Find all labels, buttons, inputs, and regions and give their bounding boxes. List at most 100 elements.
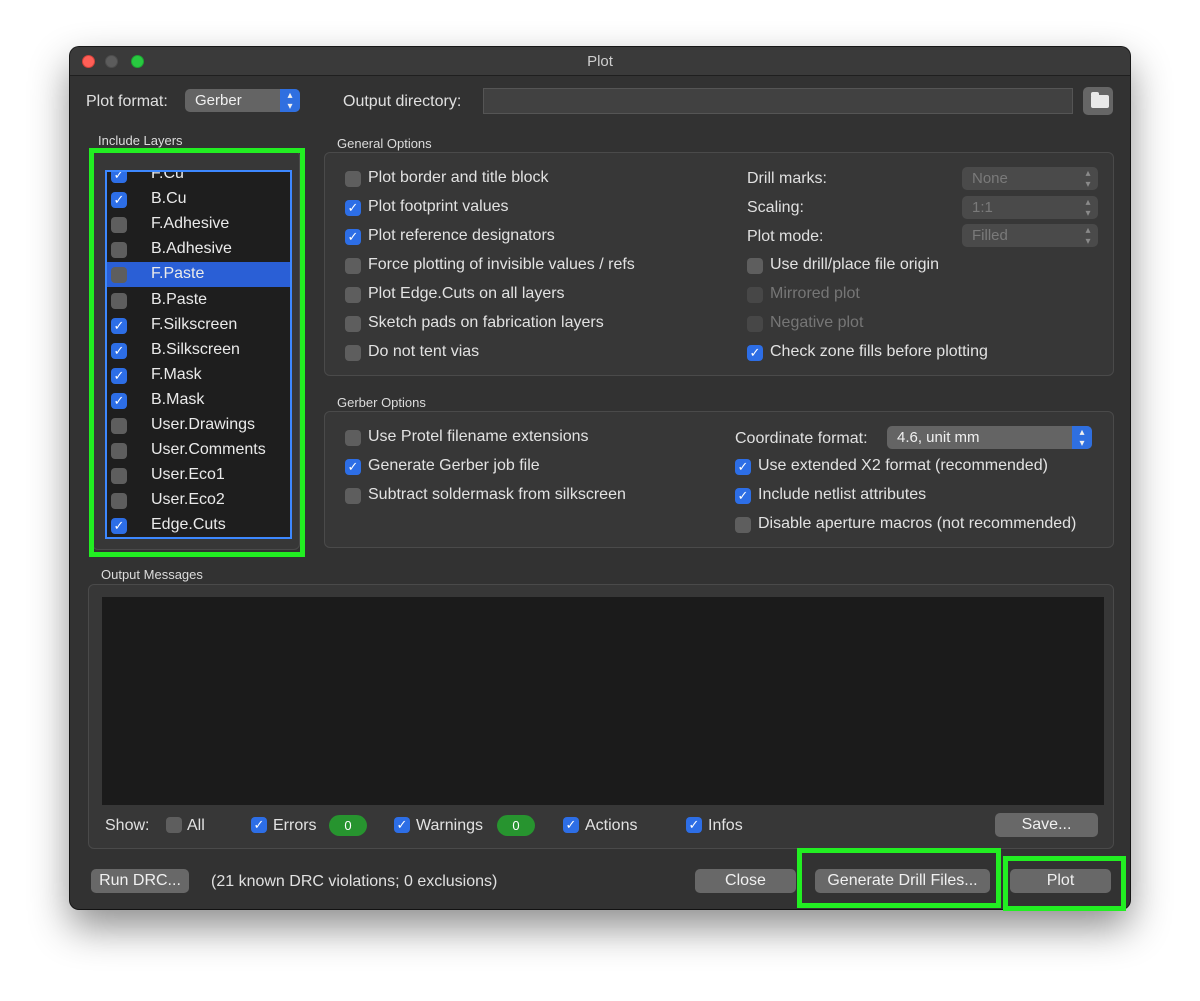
updown-chevron-icon: ▴ ▾	[1085, 168, 1091, 190]
close-button[interactable]: Close	[695, 869, 796, 893]
plot-border-and-title-block-checkbox[interactable]	[345, 171, 361, 187]
layer-row[interactable]: ✓ Edge.Cuts	[107, 513, 290, 537]
layer-checkbox[interactable]: ✓	[111, 518, 127, 535]
mirrored-plot-label: Mirrored plot	[770, 285, 860, 302]
filter-errors-checkbox[interactable]: ✓	[251, 817, 267, 833]
generate-drill-files-button[interactable]: Generate Drill Files...	[815, 869, 990, 893]
layer-row[interactable]: B.Paste	[107, 288, 290, 313]
gerber-options-title: Gerber Options	[337, 395, 426, 410]
use-drill-place-file-origin-checkbox[interactable]	[747, 258, 763, 274]
layer-checkbox[interactable]	[111, 217, 127, 234]
layer-checkbox[interactable]: ✓	[111, 342, 127, 359]
layer-name: F.Mask	[151, 365, 202, 383]
layer-row[interactable]: ✓ B.Mask	[107, 388, 290, 413]
layer-name: F.Cu	[151, 170, 184, 182]
filter-warnings-checkbox[interactable]: ✓	[394, 817, 410, 833]
use-protel-filename-extensions-checkbox[interactable]	[345, 430, 361, 446]
plot-footprint-values-checkbox[interactable]: ✓	[345, 200, 361, 216]
filter-all-checkbox[interactable]	[166, 817, 182, 833]
layer-row[interactable]: User.Comments	[107, 438, 290, 463]
drill-marks-select[interactable]: None ▴ ▾	[962, 167, 1098, 190]
layer-checkbox[interactable]: ✓	[111, 172, 127, 183]
show-label: Show:	[105, 817, 150, 834]
browse-folder-button[interactable]	[1083, 87, 1113, 115]
include-layers-title: Include Layers	[98, 133, 183, 148]
layer-checkbox[interactable]	[111, 242, 127, 259]
layer-name: User.Eco2	[151, 491, 225, 509]
layer-list[interactable]: ✓ F.Cu ✓ B.Cu F.Adhesive B.Adhesive F.Paste B.P…	[105, 170, 292, 539]
general-options-title: General Options	[337, 136, 432, 151]
layer-row[interactable]: ✓ F.Mask	[107, 363, 290, 388]
layer-checkbox[interactable]: ✓	[111, 317, 127, 334]
filter-all-label: All	[187, 817, 205, 834]
sketch-pads-on-fabrication-layers-label: Sketch pads on fabrication layers	[368, 314, 604, 331]
layer-row[interactable]: F.Adhesive	[107, 212, 290, 237]
folder-icon	[1091, 92, 1109, 108]
negative-plot-checkbox	[747, 316, 763, 332]
coordinate-format-select[interactable]: 4.6, unit mm ▴ ▾	[887, 426, 1092, 449]
layer-checkbox[interactable]: ✓	[111, 367, 127, 384]
do-not-tent-vias-checkbox[interactable]	[345, 345, 361, 361]
drc-status-text: (21 known DRC violations; 0 exclusions)	[211, 873, 498, 890]
disable-aperture-macros-not-recommended-label: Disable aperture macros (not recommended…	[758, 515, 1077, 532]
layer-name: B.Cu	[151, 190, 187, 208]
updown-chevron-icon: ▴ ▾	[1085, 225, 1091, 247]
disable-aperture-macros-not-recommended-checkbox[interactable]	[735, 517, 751, 533]
use-extended-x2-format-recommended-checkbox[interactable]: ✓	[735, 459, 751, 475]
layer-row[interactable]: ✓ B.Cu	[107, 187, 290, 212]
plot-reference-designators-checkbox[interactable]: ✓	[345, 229, 361, 245]
layer-checkbox[interactable]: ✓	[111, 392, 127, 409]
coordinate-format-value: 4.6, unit mm	[897, 429, 980, 446]
layer-row[interactable]: ✓ F.Silkscreen	[107, 313, 290, 338]
plot-footprint-values-label: Plot footprint values	[368, 198, 509, 215]
run-drc-button[interactable]: Run DRC...	[91, 869, 189, 893]
force-plotting-of-invisible-values-refs-checkbox[interactable]	[345, 258, 361, 274]
sketch-pads-on-fabrication-layers-checkbox[interactable]	[345, 316, 361, 332]
title-bar: Plot	[70, 47, 1130, 76]
subtract-soldermask-from-silkscreen-checkbox[interactable]	[345, 488, 361, 504]
layer-checkbox[interactable]	[111, 292, 127, 309]
plot-mode-select[interactable]: Filled ▴ ▾	[962, 224, 1098, 247]
plot-format-select[interactable]: Gerber ▴ ▾	[185, 89, 300, 112]
plot-dialog: Plot Plot format: Gerber ▴ ▾ Output direc…	[70, 47, 1130, 909]
updown-chevron-icon: ▴ ▾	[1072, 426, 1092, 449]
updown-chevron-icon: ▴ ▾	[1085, 197, 1091, 219]
output-directory-field[interactable]	[483, 88, 1073, 114]
plot-edge-cuts-on-all-layers-checkbox[interactable]	[345, 287, 361, 303]
plot-format-value: Gerber	[195, 92, 242, 109]
layer-row[interactable]: ✓ F.Cu	[107, 170, 290, 187]
drill-marks-value: None	[972, 170, 1008, 187]
force-plotting-of-invisible-values-refs-label: Force plotting of invisible values / ref…	[368, 256, 635, 273]
layer-name: B.Paste	[151, 290, 208, 308]
filter-actions-checkbox[interactable]: ✓	[563, 817, 579, 833]
save-messages-button[interactable]: Save...	[995, 813, 1098, 837]
negative-plot-label: Negative plot	[770, 314, 864, 331]
layer-checkbox[interactable]	[111, 418, 127, 434]
layer-row[interactable]: User.Eco1	[107, 463, 290, 488]
layer-row[interactable]: F.Paste	[107, 262, 290, 288]
layer-checkbox[interactable]	[111, 267, 127, 284]
scaling-select[interactable]: 1:1 ▴ ▾	[962, 196, 1098, 219]
include-netlist-attributes-checkbox[interactable]: ✓	[735, 488, 751, 504]
filter-actions-label: Actions	[585, 817, 638, 834]
layer-checkbox[interactable]	[111, 443, 127, 460]
scaling-value: 1:1	[972, 199, 993, 216]
plot-button[interactable]: Plot	[1010, 869, 1111, 893]
warnings-count-badge: 0	[497, 815, 535, 836]
check-zone-fills-before-plotting-checkbox[interactable]: ✓	[747, 345, 763, 361]
layer-row[interactable]: User.Eco2	[107, 488, 290, 513]
layer-row[interactable]: ✓ B.Silkscreen	[107, 338, 290, 363]
layer-row[interactable]: User.Drawings	[107, 413, 290, 438]
output-messages-console[interactable]	[102, 597, 1104, 805]
layer-checkbox[interactable]	[111, 468, 127, 485]
check-zone-fills-before-plotting-label: Check zone fills before plotting	[770, 343, 988, 360]
layer-checkbox[interactable]: ✓	[111, 192, 127, 209]
filter-infos-checkbox[interactable]: ✓	[686, 817, 702, 833]
layer-row[interactable]: B.Adhesive	[107, 237, 290, 262]
do-not-tent-vias-label: Do not tent vias	[368, 343, 480, 360]
generate-gerber-job-file-checkbox[interactable]: ✓	[345, 459, 361, 475]
coordinate-format-label: Coordinate format:	[735, 430, 868, 447]
errors-count-badge: 0	[329, 815, 367, 836]
layer-checkbox[interactable]	[111, 493, 127, 510]
layer-name: B.Adhesive	[151, 240, 232, 258]
